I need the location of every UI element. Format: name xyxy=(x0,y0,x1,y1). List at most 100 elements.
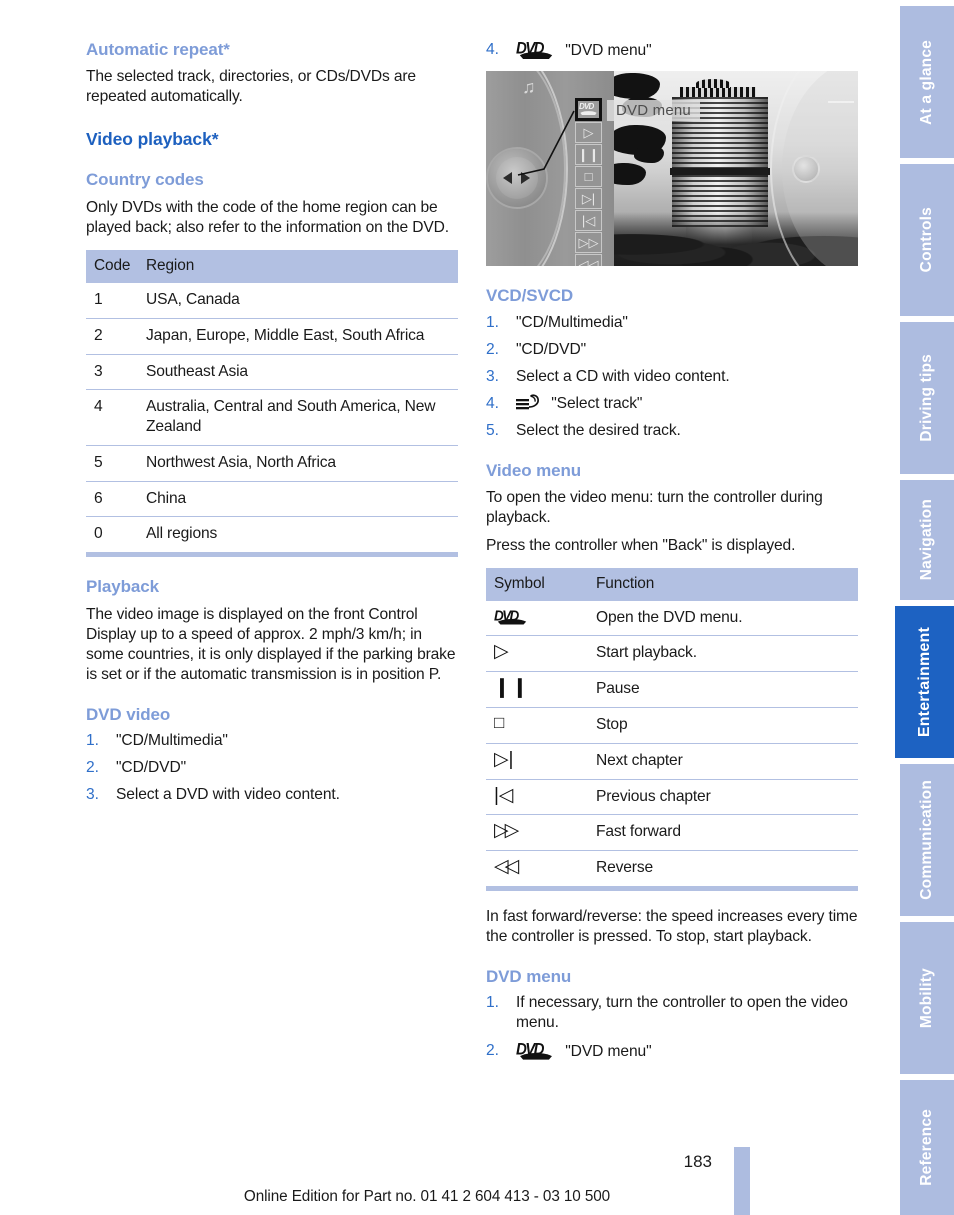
heading-country-codes: Country codes xyxy=(86,170,204,190)
table-row: ❙❙ Pause xyxy=(486,671,858,708)
list-item: 4. DVD "DVD menu" xyxy=(486,39,858,61)
sidebar-tab-label: Reference xyxy=(918,1109,935,1186)
table-bottom-rule xyxy=(86,552,458,558)
table-row: 2 Japan, Europe, Middle East, South Afri… xyxy=(86,317,458,354)
sidebar-tab-entertainment[interactable]: Entertainment xyxy=(895,606,954,758)
step-number: 2. xyxy=(86,759,99,777)
play-icon: ▷ xyxy=(494,641,509,663)
stop-icon: □ xyxy=(494,712,505,732)
dvd-menu-button[interactable]: DVD xyxy=(575,98,602,122)
column-header-function: Function xyxy=(596,567,858,601)
reverse-button[interactable]: ◁◁ xyxy=(575,254,602,267)
table-header-row: Symbol Function xyxy=(486,567,858,601)
table-row: 3 Southeast Asia xyxy=(86,353,458,390)
cell-function: Start playback. xyxy=(596,635,858,672)
list-item: 3. Select a DVD with video content. xyxy=(86,785,458,805)
sidebar-tab-at-a-glance[interactable]: At a glance xyxy=(900,6,954,158)
table-row: ▷| Next chapter xyxy=(486,742,858,780)
video-menu-symbol-table: Symbol Function DVD Open the DVD menu. ▷ xyxy=(486,567,858,886)
list-item: 1. "CD/Multimedia" xyxy=(86,731,458,751)
sidebar-tab-label: Driving tips xyxy=(918,354,935,442)
manual-page: Automatic repeat* The selected track, di… xyxy=(0,0,954,1215)
dvd-logo-icon: DVD xyxy=(516,1040,556,1060)
fast-forward-icon: ▷▷ xyxy=(494,820,519,842)
media-note-icon: ♫ xyxy=(522,77,536,98)
cell-symbol: ◁◁ xyxy=(486,850,596,886)
cell-code: 5 xyxy=(86,444,146,482)
step-text: If necessary, turn the controller to ope… xyxy=(516,994,848,1032)
sidebar-tab-communication[interactable]: Communication xyxy=(900,764,954,916)
step-number: 1. xyxy=(86,732,99,750)
cell-function: Pause xyxy=(596,671,858,708)
stop-button[interactable]: □ xyxy=(575,166,602,188)
table-bottom-rule xyxy=(486,885,858,891)
cell-function: Previous chapter xyxy=(596,778,858,815)
paragraph-automatic-repeat: The selected track, directories, or CDs/… xyxy=(86,68,416,106)
table-row: DVD Open the DVD menu. xyxy=(486,601,858,636)
cell-code: 3 xyxy=(86,353,146,390)
cell-symbol: □ xyxy=(486,706,596,744)
dvd-menu-steps: 1. If necessary, turn the controller to … xyxy=(486,993,858,1061)
cell-region: Australia, Central and South America, Ne… xyxy=(146,389,458,446)
fast-forward-button[interactable]: ▷▷ xyxy=(575,232,602,254)
heading-vcd-svcd: VCD/SVCD xyxy=(486,286,574,306)
country-codes-table: Code Region 1 USA, Canada 2 Japan, Europ… xyxy=(86,249,458,553)
treeline xyxy=(612,212,858,267)
select-track-icon xyxy=(516,394,542,411)
sidebar-tab-controls[interactable]: Controls xyxy=(900,164,954,316)
vcd-svcd-steps: 1. "CD/Multimedia" 2. "CD/DVD" 3. Select… xyxy=(486,313,858,442)
cell-function: Stop xyxy=(596,706,858,744)
next-chapter-button[interactable]: ▷| xyxy=(575,188,602,210)
table-row: 5 Northwest Asia, North Africa xyxy=(86,444,458,482)
previous-chapter-button[interactable]: |◁ xyxy=(575,210,602,232)
dvd-video-steps-continued: 4. DVD "DVD menu" xyxy=(486,39,858,61)
column-header-region: Region xyxy=(146,249,458,283)
step-number: 4. xyxy=(486,394,499,412)
reverse-icon: ◁◁ xyxy=(494,856,519,878)
step-number: 2. xyxy=(486,1041,499,1059)
heading-dvd-video: DVD video xyxy=(86,704,171,724)
dvd-logo-icon: DVD xyxy=(516,39,556,59)
cell-symbol: ▷| xyxy=(486,742,596,780)
tower-roof-detail xyxy=(696,79,730,89)
table-row: ▷▷ Fast forward xyxy=(486,814,858,851)
pause-button[interactable]: ❙❙ xyxy=(575,144,602,166)
foliage-leaf xyxy=(634,145,664,164)
sidebar-tab-navigation[interactable]: Navigation xyxy=(900,480,954,600)
step-number: 3. xyxy=(486,367,499,385)
step-text: "CD/DVD" xyxy=(516,340,587,358)
foliage-leaf xyxy=(612,163,646,186)
sidebar-tab-label: Entertainment xyxy=(915,626,933,738)
cell-code: 6 xyxy=(86,480,146,517)
cell-code: 2 xyxy=(86,317,146,354)
paragraph-video-menu-2: Press the controller when "Back" is disp… xyxy=(486,536,796,554)
cell-symbol: DVD xyxy=(486,601,596,636)
paragraph-country-codes: Only DVDs with the code of the home regi… xyxy=(86,198,449,236)
table-row: 4 Australia, Central and South America, … xyxy=(86,389,458,446)
table-row: 0 All regions xyxy=(86,516,458,553)
left-column: Automatic repeat* The selected track, di… xyxy=(86,40,458,806)
table-header-row: Code Region xyxy=(86,249,458,283)
sidebar-tab-driving-tips[interactable]: Driving tips xyxy=(900,322,954,474)
list-item: 5. Select the desired track. xyxy=(486,421,858,441)
list-item: 4. "Select track" xyxy=(486,394,858,414)
sidebar-tab-label: Communication xyxy=(918,780,935,900)
paragraph-video-menu-1: To open the video menu: turn the control… xyxy=(486,489,823,527)
cell-symbol: ❙❙ xyxy=(486,671,596,708)
step-text: Select the desired track. xyxy=(516,421,681,439)
step-text: "DVD menu" xyxy=(565,42,652,59)
step-text: Select a CD with video content. xyxy=(516,367,730,385)
dvd-menu-tooltip: DVD menu xyxy=(607,100,700,122)
cell-code: 4 xyxy=(86,389,146,446)
previous-chapter-icon: |◁ xyxy=(494,784,514,806)
right-column: 4. DVD "DVD menu" ♫ DVD ▷ ❙❙ □ ▷| |◁ ▷▷ … xyxy=(486,39,858,1062)
play-button[interactable]: ▷ xyxy=(575,122,602,144)
sidebar-tab-mobility[interactable]: Mobility xyxy=(900,922,954,1074)
step-text: "CD/DVD" xyxy=(116,759,187,777)
footer-text: Online Edition for Part no. 01 41 2 604 … xyxy=(243,1188,611,1205)
sidebar-tab-label: At a glance xyxy=(918,39,935,125)
video-menu-button-strip: DVD ▷ ❙❙ □ ▷| |◁ ▷▷ ◁◁ xyxy=(575,98,602,267)
chapter-tab-sidebar: At a glance Controls Driving tips Naviga… xyxy=(890,0,954,1215)
pause-icon: ❙❙ xyxy=(494,677,530,699)
footer: Online Edition for Part no. 01 41 2 604 … xyxy=(0,1188,954,1206)
